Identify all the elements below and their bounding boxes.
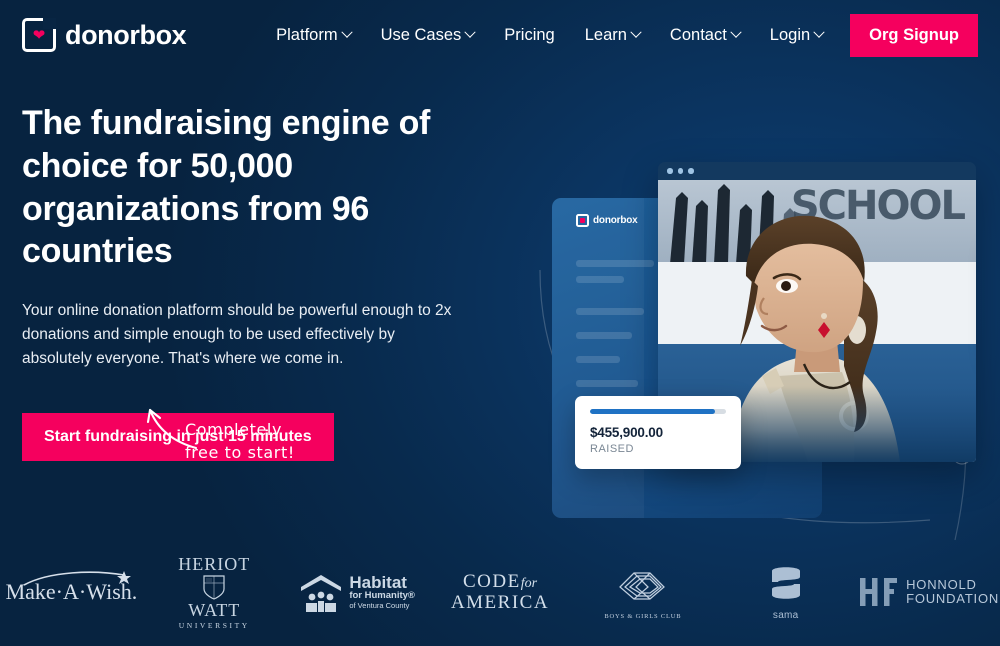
hero-page: ❤ donorbox Platform Use Cases Pricing Le…	[0, 0, 1000, 646]
honnold-hf-icon	[860, 578, 898, 606]
heriot-watt-wordmark: HERIOT WATT UNIVERSITY	[178, 555, 250, 630]
page-title: The fundraising engine of choice for 50,…	[22, 104, 431, 271]
nav-links: Platform Use Cases Pricing Learn Contact…	[261, 13, 978, 57]
make-a-wish-wordmark: Make·A·Wish.	[6, 571, 137, 605]
nav-item-contact[interactable]: Contact	[655, 18, 755, 53]
logo-heriot-watt: HERIOT WATT UNIVERSITY	[143, 555, 286, 630]
heriot-line-2: WATT	[188, 599, 241, 620]
hero-subcopy: Your online donation platform should be …	[22, 302, 452, 368]
nav-item-login[interactable]: Login	[755, 18, 838, 53]
logo-code-for-america: CODEfor AMERICA	[429, 572, 572, 612]
heriot-line-1: HERIOT	[178, 553, 251, 574]
hero-illustration: donorbox SCHOOL $455,900.00 RAISED	[500, 120, 1000, 541]
nav-label: Contact	[669, 25, 727, 44]
sama-caption: sama	[772, 610, 799, 621]
clasped-hands-icon	[618, 571, 665, 600]
donorbox-mark-icon: ❤	[22, 18, 56, 52]
heart-icon: ❤	[32, 27, 46, 44]
nav-label: Platform	[276, 25, 338, 44]
wish-swoosh-icon	[23, 571, 131, 586]
bgc-caption: BOYS & GIRLS CLUB	[604, 612, 682, 620]
donorbox-mark-icon	[576, 214, 589, 227]
habitat-line-1: Habitat	[349, 572, 407, 592]
nav-item-use-cases[interactable]: Use Cases	[366, 18, 490, 53]
skeleton-bar	[576, 260, 654, 267]
brand-name: donorbox	[65, 19, 187, 50]
habitat-house-icon	[301, 575, 342, 612]
logo-sama: sama	[714, 563, 857, 621]
dashboard-brand-name: donorbox	[593, 215, 638, 226]
crest-shield-icon	[203, 575, 225, 600]
browser-dot-icon	[667, 168, 673, 174]
customer-logo-strip: Make·A·Wish. HERIOT WATT UNIVERSITY Habi…	[0, 555, 1000, 629]
logo-boys-and-girls-club: BOYS & GIRLS CLUB	[571, 565, 714, 620]
dashboard-logo: donorbox	[576, 214, 638, 227]
org-signup-button[interactable]: Org Signup	[850, 13, 978, 57]
skeleton-bar	[576, 380, 638, 387]
cfa-line-1: CODE	[462, 571, 521, 592]
skeleton-bar	[576, 356, 620, 363]
progress-bar-fill	[590, 409, 716, 414]
browser-dot-icon	[677, 168, 683, 174]
sama-wordmark: sama	[766, 563, 806, 621]
chevron-down-icon	[730, 26, 742, 38]
donorbox-logo[interactable]: ❤ donorbox	[22, 18, 187, 52]
logo-make-a-wish: Make·A·Wish.	[0, 571, 143, 605]
browser-titlebar	[658, 162, 976, 180]
nav-label: Learn	[584, 25, 627, 44]
nav-label: Use Cases	[380, 25, 462, 44]
browser-dot-icon	[688, 168, 694, 174]
heart-icon	[580, 218, 585, 223]
honnold-wordmark: HONNOLD FOUNDATION	[858, 575, 999, 609]
chevron-down-icon	[464, 26, 476, 38]
heriot-line-3: UNIVERSITY	[178, 620, 250, 630]
logo-habitat-for-humanity: Habitat for Humanity® of Ventura County	[286, 572, 429, 612]
progress-bar-track	[590, 409, 726, 414]
habitat-wordmark: Habitat for Humanity® of Ventura County	[299, 572, 415, 612]
chevron-down-icon	[813, 26, 825, 38]
raised-label: RAISED	[590, 443, 634, 455]
honnold-text: HONNOLD FOUNDATION	[906, 576, 1000, 607]
raised-amount: $455,900.00	[590, 425, 663, 440]
habitat-text: Habitat for Humanity® of Ventura County	[349, 574, 415, 611]
nav-label: Login	[769, 25, 811, 44]
raised-stat-card: $455,900.00 RAISED	[575, 396, 741, 469]
honnold-line-2: FOUNDATION	[906, 591, 1000, 606]
skeleton-bar	[576, 332, 632, 339]
top-navigation-bar: ❤ donorbox Platform Use Cases Pricing Le…	[0, 0, 1000, 70]
honnold-line-1: HONNOLD	[906, 576, 977, 592]
nav-label: Pricing	[504, 25, 555, 44]
nav-item-pricing[interactable]: Pricing	[489, 18, 569, 53]
habitat-line-2: for Humanity®	[349, 589, 415, 601]
habitat-line-3: of Ventura County	[349, 601, 410, 611]
chevron-down-icon	[630, 26, 642, 38]
hero-copy-block: The fundraising engine of choice for 50,…	[22, 102, 502, 462]
skeleton-bar	[576, 308, 644, 315]
bgc-wordmark: BOYS & GIRLS CLUB	[604, 565, 681, 620]
logo-honnold-foundation: HONNOLD FOUNDATION	[857, 575, 1000, 609]
skeleton-bar	[576, 276, 624, 283]
nav-item-learn[interactable]: Learn	[570, 18, 655, 53]
code-for-america-wordmark: CODEfor AMERICA	[451, 572, 549, 612]
cfa-line-3: AMERICA	[450, 592, 550, 613]
nav-item-platform[interactable]: Platform	[261, 18, 365, 53]
cfa-line-2: for	[520, 576, 538, 591]
sama-s-icon	[771, 567, 800, 599]
chevron-down-icon	[340, 26, 353, 38]
start-fundraising-button[interactable]: Start fundraising in just 15 minutes	[22, 413, 334, 462]
